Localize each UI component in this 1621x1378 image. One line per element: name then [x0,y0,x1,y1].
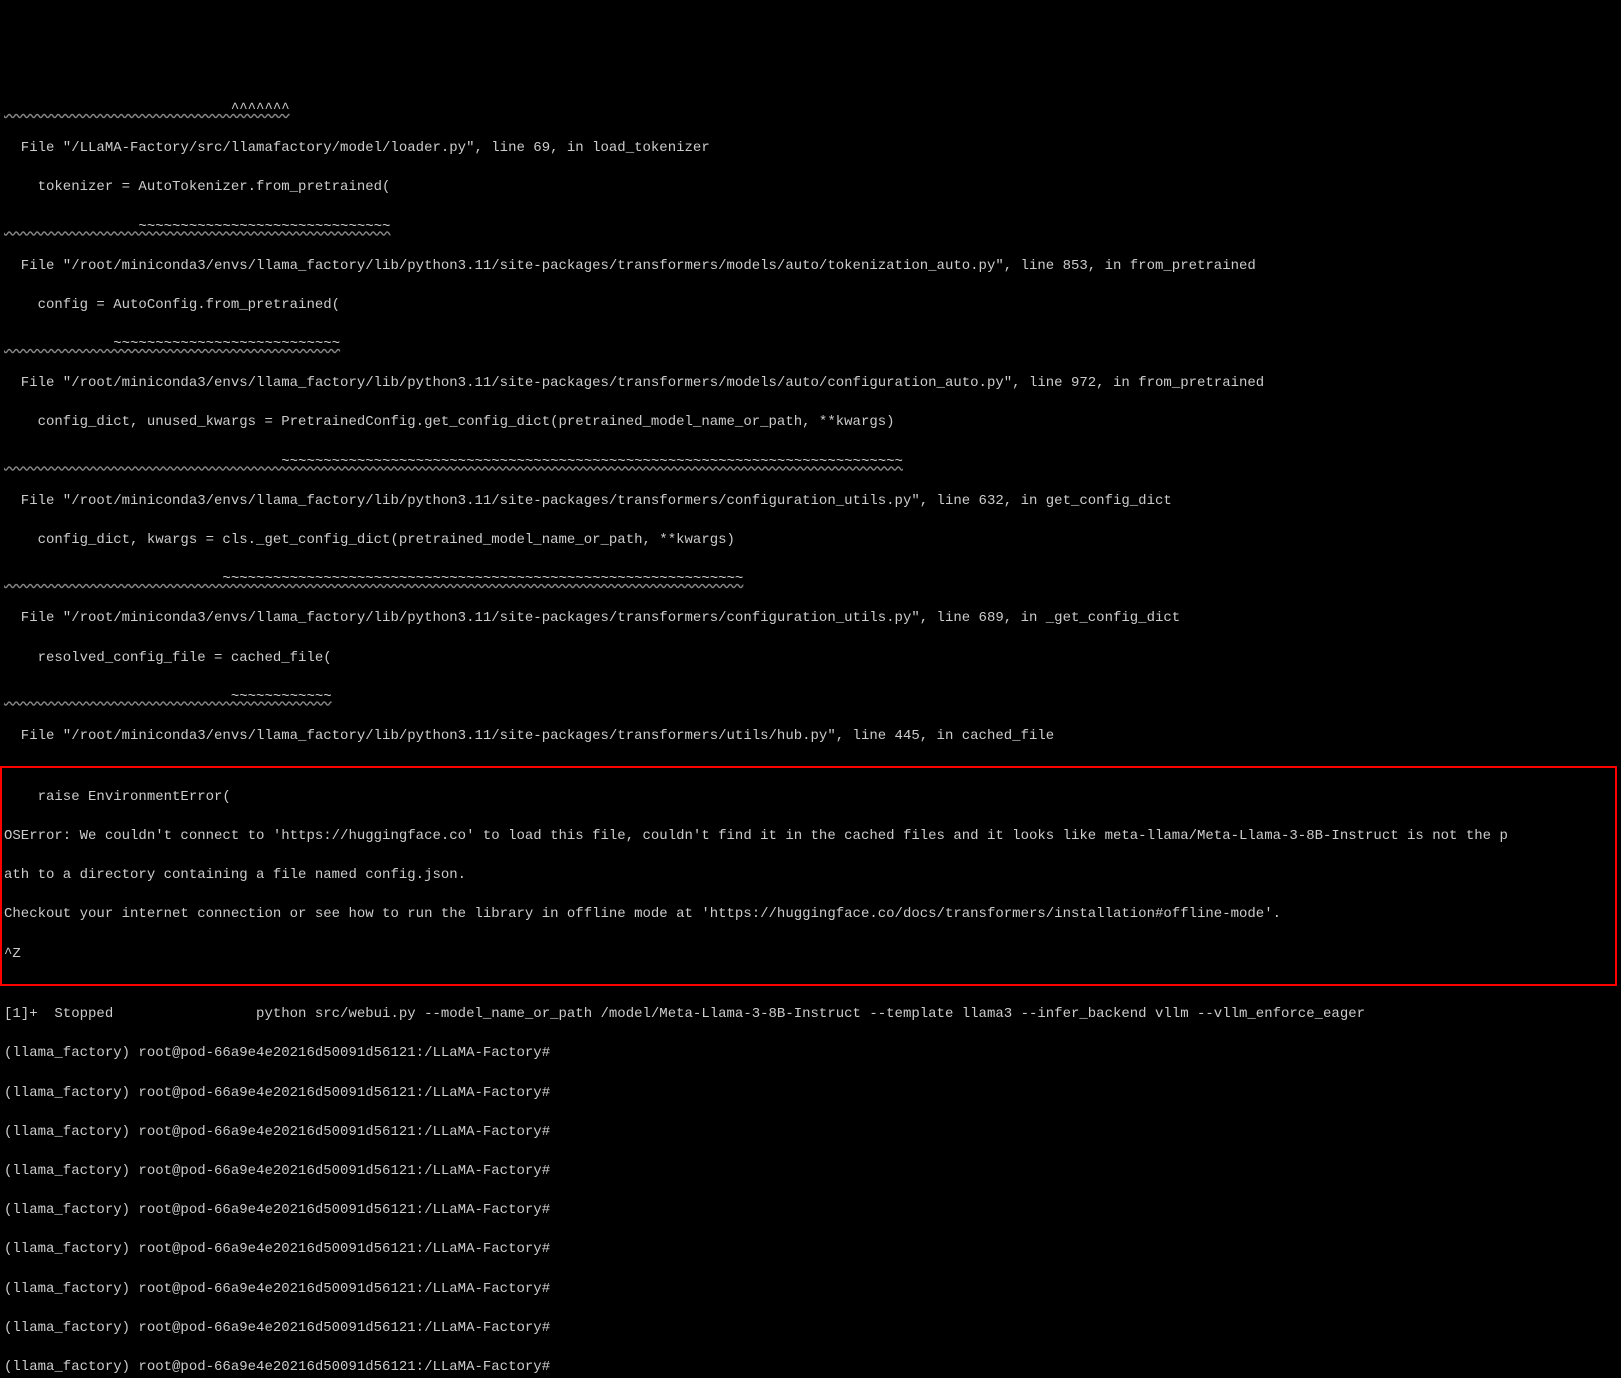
shell-prompt: (llama_factory) root@pod-66a9e4e20216d50… [4,1240,1617,1260]
traceback-underline: ~~~~~~~~~~~~ [4,688,1617,708]
error-message-line: ath to a directory containing a file nam… [4,866,1613,886]
traceback-underline: ~~~~~~~~~~~~~~~~~~~~~~~~~~~~~~ [4,218,1617,238]
traceback-file-line: File "/LLaMA-Factory/src/llamafactory/mo… [4,139,1617,159]
traceback-file-line: File "/root/miniconda3/envs/llama_factor… [4,374,1617,394]
terminal-output[interactable]: ^^^^^^^ File "/LLaMA-Factory/src/llamafa… [4,80,1617,1378]
traceback-code-line: resolved_config_file = cached_file( [4,649,1617,669]
shell-prompt: (llama_factory) root@pod-66a9e4e20216d50… [4,1201,1617,1221]
shell-prompt: (llama_factory) root@pod-66a9e4e20216d50… [4,1084,1617,1104]
traceback-code-line: config_dict, kwargs = cls._get_config_di… [4,531,1617,551]
traceback-underline: ^^^^^^^ [4,100,1617,120]
traceback-code-line: config = AutoConfig.from_pretrained( [4,296,1617,316]
traceback-underline: ~~~~~~~~~~~~~~~~~~~~~~~~~~~ [4,335,1617,355]
shell-prompt: (llama_factory) root@pod-66a9e4e20216d50… [4,1358,1617,1378]
stopped-job-line: [1]+ Stopped python src/webui.py --model… [4,1005,1617,1025]
traceback-file-line: File "/root/miniconda3/envs/llama_factor… [4,609,1617,629]
error-highlight-box: raise EnvironmentError( OSError: We coul… [0,766,1617,986]
traceback-code-line: config_dict, unused_kwargs = PretrainedC… [4,413,1617,433]
traceback-file-line: File "/root/miniconda3/envs/llama_factor… [4,727,1617,747]
error-message-line: Checkout your internet connection or see… [4,905,1613,925]
traceback-code-line: raise EnvironmentError( [4,788,1613,808]
error-message-line: OSError: We couldn't connect to 'https:/… [4,827,1613,847]
traceback-file-line: File "/root/miniconda3/envs/llama_factor… [4,492,1617,512]
traceback-underline: ~~~~~~~~~~~~~~~~~~~~~~~~~~~~~~~~~~~~~~~~… [4,570,1617,590]
shell-prompt: (llama_factory) root@pod-66a9e4e20216d50… [4,1162,1617,1182]
ctrl-z-signal: ^Z [4,945,1613,965]
traceback-code-line: tokenizer = AutoTokenizer.from_pretraine… [4,178,1617,198]
shell-prompt: (llama_factory) root@pod-66a9e4e20216d50… [4,1123,1617,1143]
shell-prompt: (llama_factory) root@pod-66a9e4e20216d50… [4,1319,1617,1339]
traceback-file-line: File "/root/miniconda3/envs/llama_factor… [4,257,1617,277]
shell-prompt: (llama_factory) root@pod-66a9e4e20216d50… [4,1280,1617,1300]
shell-prompt: (llama_factory) root@pod-66a9e4e20216d50… [4,1044,1617,1064]
traceback-underline: ~~~~~~~~~~~~~~~~~~~~~~~~~~~~~~~~~~~~~~~~… [4,453,1617,473]
